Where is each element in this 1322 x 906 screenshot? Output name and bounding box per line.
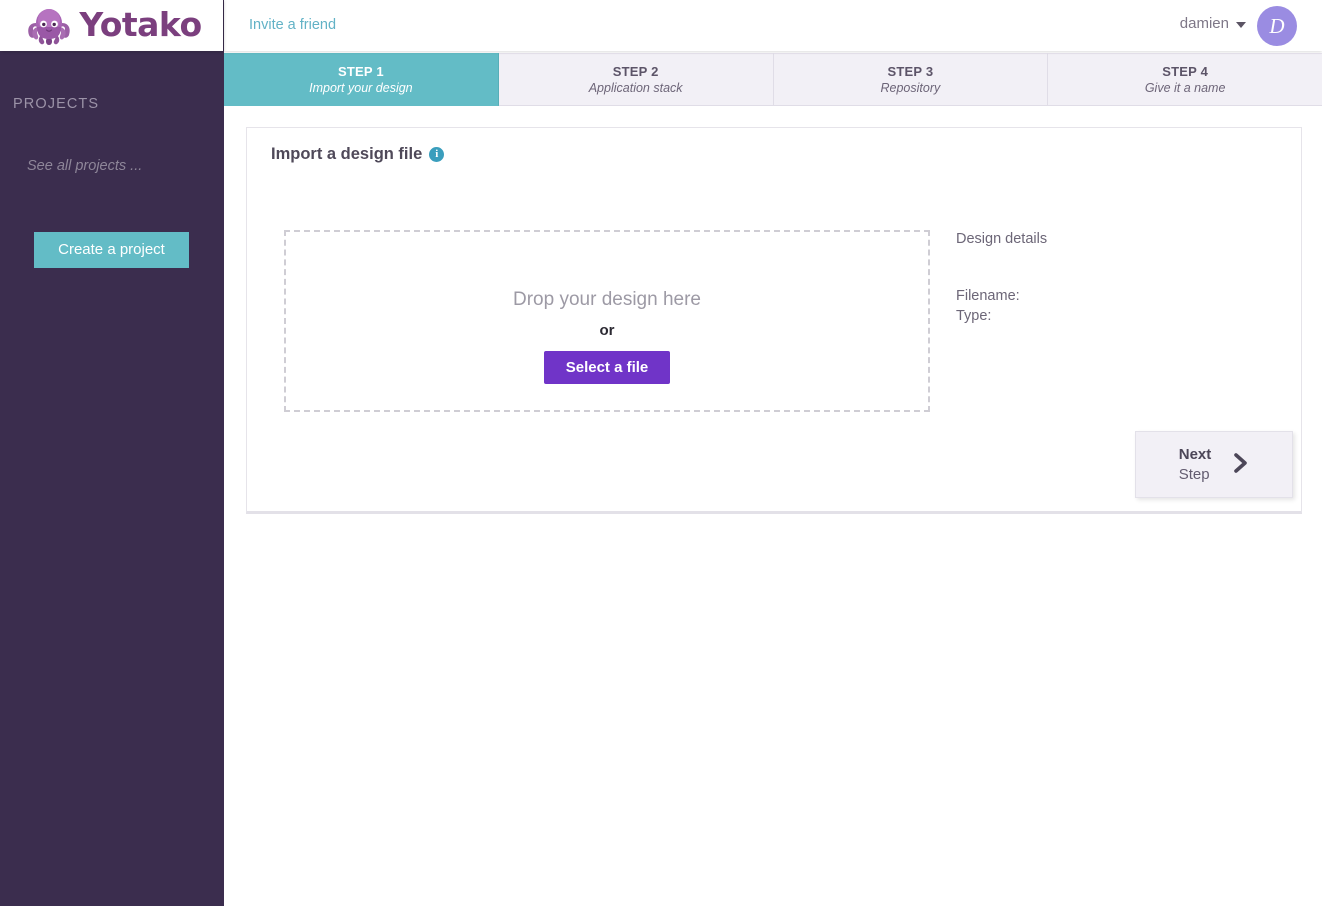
design-file-dropzone[interactable]: Drop your design here or Select a file bbox=[284, 230, 930, 412]
step-3-title: STEP 3 bbox=[887, 64, 934, 79]
card-title-row: Import a design file i bbox=[271, 145, 445, 164]
type-label: Type: bbox=[956, 307, 992, 324]
info-icon[interactable]: i bbox=[429, 147, 445, 162]
avatar[interactable]: D bbox=[1257, 6, 1297, 46]
design-details-panel: Design details Filename: Type: bbox=[956, 231, 1256, 326]
octopus-icon bbox=[25, 5, 73, 47]
sidebar: PROJECTS See all projects ... Create a p… bbox=[0, 0, 224, 906]
create-project-button[interactable]: Create a project bbox=[34, 232, 189, 268]
logo-wordmark: Yotako bbox=[79, 5, 202, 44]
step-4-title: STEP 4 bbox=[1162, 64, 1208, 79]
avatar-initial: D bbox=[1269, 13, 1285, 38]
sidebar-item-see-all-projects[interactable]: See all projects ... bbox=[27, 158, 142, 174]
step-1-subtitle: Import your design bbox=[309, 81, 413, 95]
chevron-down-icon bbox=[1236, 22, 1246, 28]
page-title: Import a design file bbox=[271, 145, 423, 163]
tab-step-1[interactable]: STEP 1 Import your design bbox=[224, 53, 499, 106]
select-a-file-button[interactable]: Select a file bbox=[543, 350, 671, 384]
sidebar-section-projects: PROJECTS bbox=[13, 96, 100, 112]
next-step-line2: Step bbox=[1178, 465, 1210, 483]
top-bar: Invite a friend damien D bbox=[224, 0, 1322, 51]
chevron-right-icon bbox=[1233, 452, 1249, 478]
user-menu[interactable]: damien bbox=[1180, 15, 1246, 32]
logo[interactable]: Yotako bbox=[0, 0, 223, 51]
dropzone-or-label: or bbox=[599, 321, 615, 339]
dropzone-instruction: Drop your design here bbox=[513, 288, 701, 310]
step-2-title: STEP 2 bbox=[612, 64, 659, 79]
user-name-label: damien bbox=[1179, 15, 1229, 32]
step-3-subtitle: Repository bbox=[880, 81, 941, 95]
design-details-type-row: Type: bbox=[956, 307, 1256, 327]
filename-label: Filename: bbox=[956, 288, 1020, 304]
tab-step-4[interactable]: STEP 4 Give it a name bbox=[1048, 53, 1322, 106]
next-step-button[interactable]: Next Step bbox=[1135, 431, 1293, 498]
next-step-line1: Next bbox=[1178, 445, 1212, 463]
step-1-title: STEP 1 bbox=[337, 64, 384, 79]
step-4-subtitle: Give it a name bbox=[1144, 81, 1226, 95]
tab-step-3[interactable]: STEP 3 Repository bbox=[773, 53, 1049, 106]
step-2-subtitle: Application stack bbox=[588, 81, 683, 95]
invite-a-friend-link[interactable]: Invite a friend bbox=[249, 17, 336, 33]
design-details-filename-row: Filename: bbox=[956, 287, 1256, 307]
step-tabs: STEP 1 Import your design STEP 2 Applica… bbox=[224, 53, 1322, 106]
tab-step-2[interactable]: STEP 2 Application stack bbox=[498, 53, 774, 106]
design-details-title: Design details bbox=[956, 231, 1048, 247]
